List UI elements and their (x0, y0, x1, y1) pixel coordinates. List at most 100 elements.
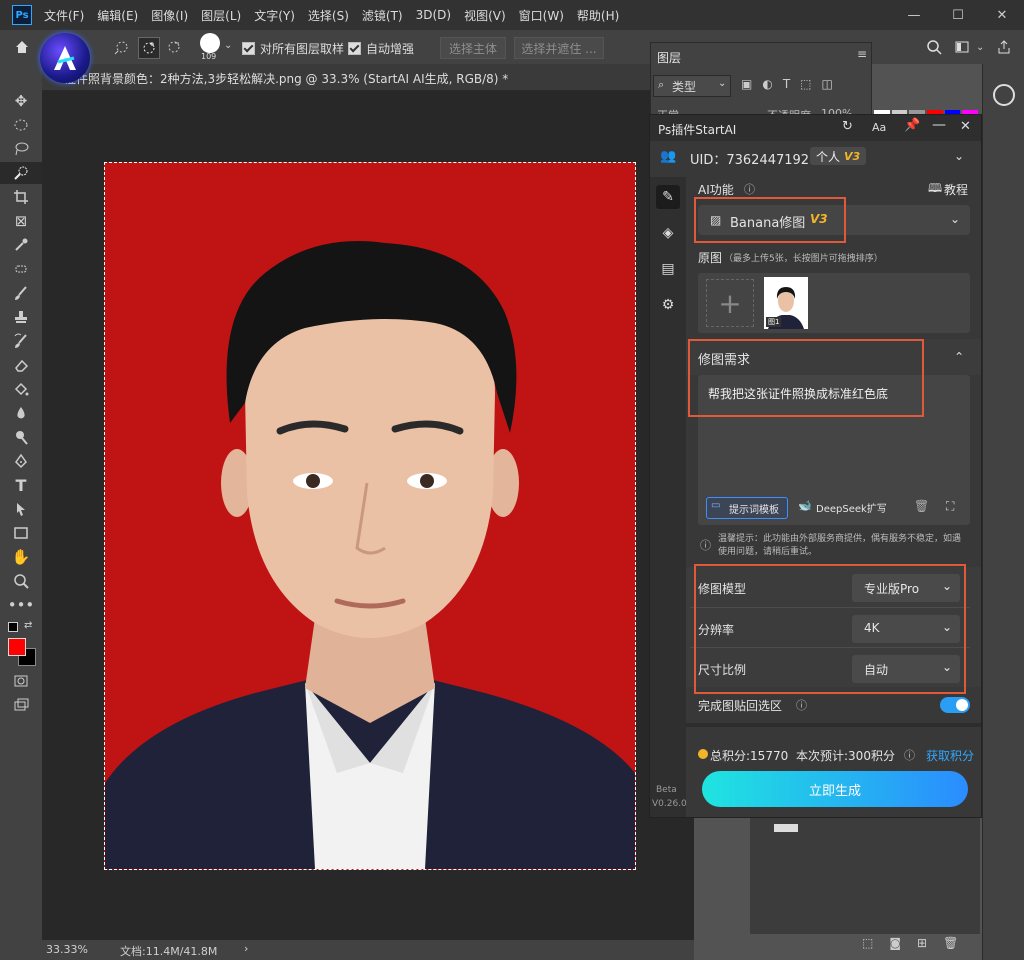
delete-layer-icon[interactable]: 🗑 (943, 936, 958, 956)
workspace-icon[interactable] (952, 37, 972, 57)
filter-search-icon: ⌕ (658, 78, 665, 91)
dodge-tool-icon[interactable] (0, 426, 42, 448)
settings-gear-icon[interactable]: ⚙ (656, 293, 680, 317)
quick-mask-icon[interactable] (0, 670, 42, 692)
menu-file[interactable]: 文件(F) (44, 7, 84, 24)
subtract-selection-icon[interactable] (164, 37, 184, 57)
status-arrow-icon[interactable]: › (244, 942, 248, 955)
menu-filter[interactable]: 滤镜(T) (362, 7, 403, 24)
type-tool-icon[interactable]: T (0, 474, 42, 496)
move-tool-icon[interactable]: ✥ (0, 90, 42, 112)
paste-back-info-icon[interactable]: ⓘ (796, 697, 807, 713)
pen-tool-icon[interactable] (0, 450, 42, 472)
edit-icon[interactable]: ✎ (656, 185, 680, 209)
menu-image[interactable]: 图像(I) (151, 7, 188, 24)
brush-chevron-down-icon[interactable]: ⌄ (224, 40, 232, 51)
get-points-link[interactable]: 获取积分 (926, 747, 974, 764)
zoom-level[interactable]: 33.33% (46, 943, 88, 956)
add-selection-icon[interactable] (138, 37, 160, 59)
rectangle-tool-icon[interactable] (0, 522, 42, 544)
foreground-color-swatch[interactable] (8, 638, 26, 656)
share-icon[interactable] (994, 37, 1014, 57)
frame-tool-icon[interactable]: ⊠ (0, 210, 42, 232)
brush-preset-icon[interactable] (200, 33, 220, 53)
document-icon[interactable]: ▤ (656, 257, 680, 281)
new-layer-icon[interactable]: ⊞ (917, 936, 927, 956)
lasso-tool-icon[interactable] (0, 138, 42, 160)
default-colors-icon[interactable] (8, 622, 18, 632)
new-selection-icon[interactable] (112, 37, 132, 57)
creative-cloud-icon[interactable] (993, 84, 1015, 106)
layer-filter-select[interactable]: ⌕ 类型 ⌄ (653, 75, 731, 97)
filter-shape-icon[interactable]: ⬚ (800, 77, 811, 91)
refresh-icon[interactable]: ↻ (842, 119, 853, 134)
font-size-icon[interactable]: Aa (872, 121, 886, 134)
tutorial-link[interactable]: 教程 (944, 181, 968, 198)
swap-colors-icon[interactable]: ⇄ (24, 620, 32, 631)
layers-panel-title[interactable]: 图层 (657, 49, 681, 66)
workspace-chevron-icon[interactable]: ⌄ (976, 42, 984, 53)
blur-tool-icon[interactable] (0, 402, 42, 424)
healing-brush-icon[interactable] (0, 258, 42, 280)
quick-selection-tool-icon[interactable] (0, 162, 42, 184)
select-and-mask-button[interactable]: 选择并遮住 ... (514, 37, 604, 59)
crop-tool-icon[interactable] (0, 186, 42, 208)
document-tab[interactable]: 证件照背景颜色：2种方法,3步轻松解决.png @ 33.3% (StartAI… (42, 64, 652, 91)
deepseek-button[interactable]: 🐋 DeepSeek扩写 (794, 497, 898, 517)
hand-tool-icon[interactable]: ✋ (0, 546, 42, 568)
menu-edit[interactable]: 编辑(E) (97, 7, 138, 24)
prompt-template-button[interactable]: ▭ 提示词模板 (706, 497, 788, 519)
path-selection-icon[interactable] (0, 498, 42, 520)
filter-type-icon[interactable]: T (783, 77, 790, 91)
auto-enhance-checkbox[interactable]: 自动增强 (348, 40, 414, 57)
filter-pixel-icon[interactable]: ▣ (741, 77, 752, 91)
close-window-button[interactable]: ✕ (980, 0, 1024, 30)
layers-stack-icon[interactable]: ◈ (656, 221, 680, 245)
zoom-tool-icon[interactable] (0, 570, 42, 592)
menu-layer[interactable]: 图层(L) (201, 7, 241, 24)
minimize-button[interactable]: — (892, 0, 936, 30)
pin-icon[interactable]: 📌 (904, 118, 920, 133)
brush-tool-icon[interactable] (0, 282, 42, 304)
history-brush-icon[interactable] (0, 330, 42, 352)
menu-view[interactable]: 视图(V) (464, 7, 506, 24)
maximize-button[interactable]: ☐ (936, 0, 980, 30)
select-subject-button[interactable]: 选择主体 (440, 37, 506, 59)
screen-mode-icon[interactable] (0, 694, 42, 716)
source-thumbnail[interactable]: 图1 (764, 277, 808, 329)
add-mask-icon[interactable]: ◙ (889, 936, 901, 956)
layers-menu-icon[interactable]: ≡ (857, 47, 867, 61)
version-label: V0.26.0 (652, 799, 687, 809)
collapse-icon[interactable]: — (932, 117, 946, 133)
more-tools-icon[interactable]: ••• (0, 594, 42, 616)
trash-icon[interactable]: 🗑 (914, 499, 929, 513)
filter-smart-icon[interactable]: ◫ (822, 77, 833, 91)
account-chevron-down-icon[interactable]: ⌄ (954, 149, 964, 163)
home-icon[interactable] (12, 37, 32, 57)
eraser-tool-icon[interactable] (0, 354, 42, 376)
marquee-tool-icon[interactable] (0, 114, 42, 136)
upload-add-button[interactable]: + (706, 279, 754, 327)
close-plugin-icon[interactable]: ✕ (960, 119, 971, 134)
highlight-box-settings (694, 564, 966, 694)
requirement-chevron-up-icon[interactable]: ⌄ (954, 349, 964, 363)
menu-type[interactable]: 文字(Y) (254, 7, 295, 24)
info-icon[interactable]: ⓘ (744, 181, 755, 197)
generate-button[interactable]: 立即生成 (702, 771, 968, 807)
expand-icon[interactable]: ⛶ (946, 499, 954, 514)
menu-select[interactable]: 选择(S) (308, 7, 349, 24)
layer-thumbnail[interactable] (774, 824, 798, 832)
menu-3d[interactable]: 3D(D) (416, 8, 451, 22)
paste-back-toggle[interactable] (940, 697, 970, 713)
eyedropper-tool-icon[interactable] (0, 234, 42, 256)
menu-window[interactable]: 窗口(W) (519, 7, 564, 24)
paint-bucket-icon[interactable] (0, 378, 42, 400)
search-icon[interactable] (924, 37, 944, 57)
startai-logo-icon[interactable] (40, 33, 90, 83)
points-info-icon[interactable]: ⓘ (904, 747, 915, 763)
layer-style-icon[interactable]: ⬚ (862, 936, 873, 956)
sample-all-layers-checkbox[interactable]: 对所有图层取样 (242, 40, 344, 57)
filter-adjustment-icon[interactable]: ◐ (762, 77, 772, 91)
clone-stamp-icon[interactable] (0, 306, 42, 328)
menu-help[interactable]: 帮助(H) (577, 7, 619, 24)
